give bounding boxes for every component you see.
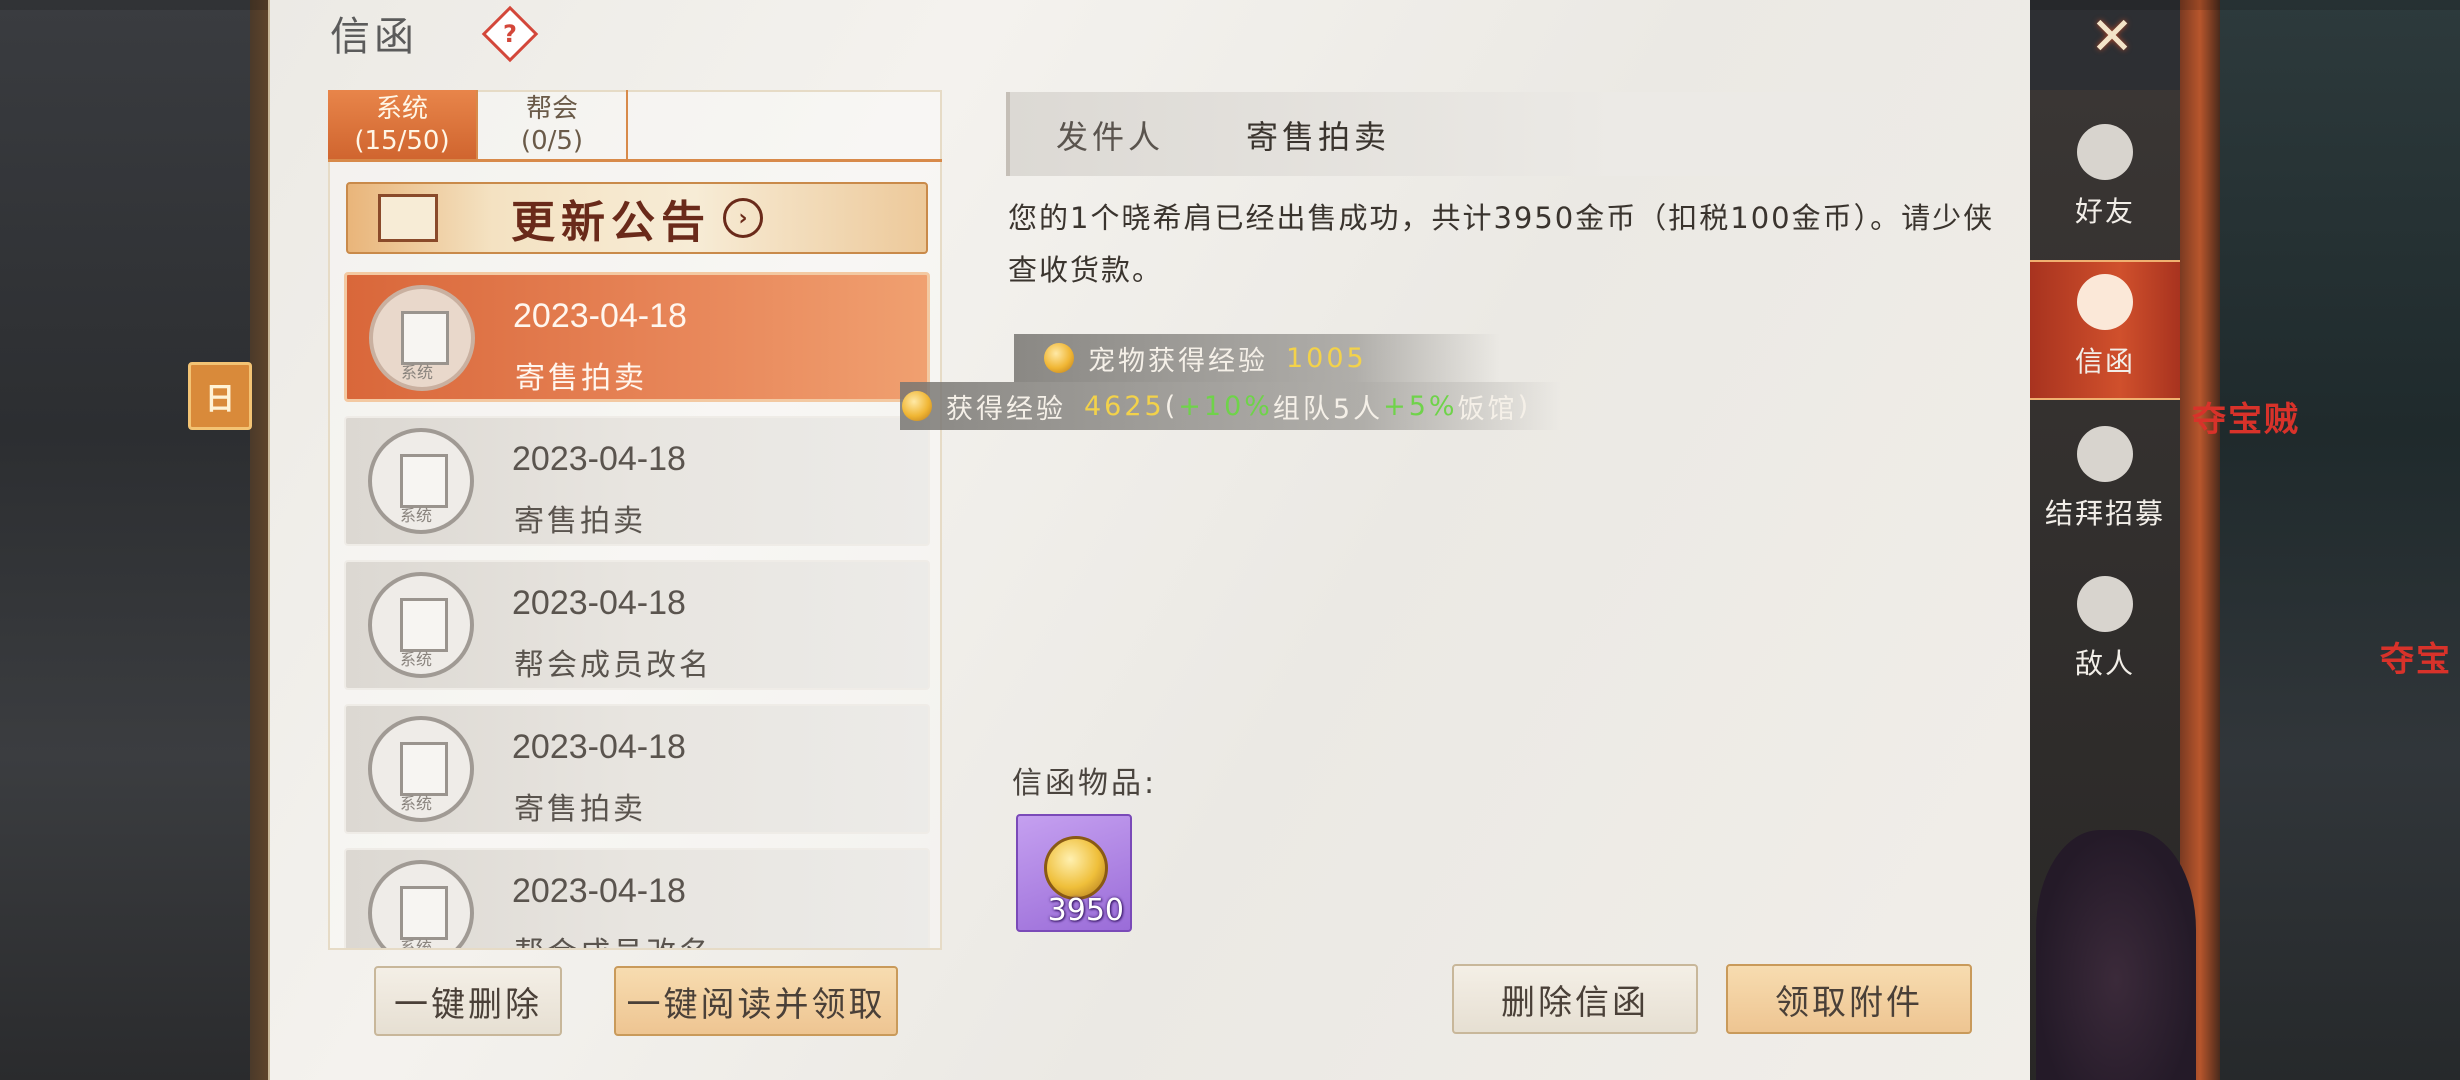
mail-subject: 寄售拍卖	[514, 792, 646, 827]
claim-attachment-button[interactable]: 领取附件	[1726, 964, 1972, 1034]
panel-title: 信函	[330, 14, 418, 60]
mail-date: 2023-04-18	[512, 728, 686, 766]
delete-all-button[interactable]: 一键删除	[374, 966, 562, 1036]
attachment-item-slot[interactable]: 3950	[1016, 814, 1132, 932]
exp-inn-bonus: +5%	[1383, 390, 1458, 422]
mail-category-tag: 系统	[400, 794, 433, 813]
tab-count: (15/50)	[354, 125, 450, 156]
announcement-label: 更新公告	[511, 197, 711, 248]
delete-mail-button[interactable]: 删除信函	[1452, 964, 1698, 1034]
exp-paren-open: (	[1164, 390, 1179, 422]
exp-row: 获得经验 4625 ( +10% 组队5人 +5% 饭馆 )	[900, 382, 1560, 430]
tab-count: (0/5)	[520, 125, 584, 156]
update-announcement-banner[interactable]: 更新公告 ›	[346, 182, 928, 254]
mail-icon	[2077, 274, 2133, 330]
sender-bar: 发件人 寄售拍卖	[1006, 92, 2030, 176]
pet-exp-value: 1005	[1286, 342, 1367, 374]
mail-subject: 寄售拍卖	[514, 504, 646, 539]
dragon-ornament	[2036, 830, 2196, 1080]
mail-subject: 帮会成员改名	[514, 648, 712, 683]
mail-category-tag: 系统	[400, 650, 433, 669]
enemy-icon	[2077, 576, 2133, 632]
nav-item-sworn-recruit[interactable]: 结拜招募	[2030, 410, 2180, 550]
tab-label: 系统	[375, 93, 428, 124]
letter-icon: 系统	[368, 428, 474, 534]
scroll-icon	[378, 194, 438, 242]
mail-tabs: 系统 (15/50) 帮会 (0/5)	[328, 90, 942, 162]
nav-item-mail[interactable]: 信函	[2030, 260, 2180, 400]
document-icon	[400, 886, 448, 940]
sender-label: 发件人	[1056, 118, 1165, 156]
nav-label: 信函	[2074, 345, 2135, 378]
pet-exp-label: 宠物获得经验	[1088, 345, 1268, 377]
exp-label: 获得经验	[946, 393, 1066, 425]
mail-list-item[interactable]: 系统 2023-04-18 寄售拍卖	[344, 272, 930, 402]
pet-exp-row: 宠物获得经验 1005	[1014, 334, 1500, 382]
mail-category-tag: 系统	[400, 506, 433, 525]
mail-category-tag: 系统	[400, 938, 433, 948]
nav-item-friends[interactable]: 好友	[2030, 108, 2180, 248]
exp-inn-text: 饭馆	[1457, 393, 1518, 425]
mail-date: 2023-04-18	[512, 584, 686, 622]
letter-icon: 系统	[368, 716, 474, 822]
letter-icon: 系统	[368, 572, 474, 678]
attachments-label: 信函物品:	[1012, 766, 1158, 801]
game-world-right	[2180, 0, 2460, 1080]
document-icon	[400, 454, 448, 508]
mail-date: 2023-04-18	[513, 297, 687, 335]
enemy-name-label: 夺宝贼	[2192, 400, 2300, 440]
document-icon	[400, 598, 448, 652]
mail-list-item[interactable]: 系统 2023-04-18 寄售拍卖	[344, 704, 930, 834]
arrow-right-icon: ›	[723, 198, 763, 238]
friends-icon	[2077, 124, 2133, 180]
exp-paren-close: )	[1517, 390, 1532, 422]
mail-subject: 寄售拍卖	[515, 361, 647, 396]
read-all-and-claim-button[interactable]: 一键阅读并领取	[614, 966, 898, 1036]
mail-list[interactable]: 系统 2023-04-18 寄售拍卖 系统 2023-04-18 寄售拍卖 系统…	[344, 272, 930, 948]
tab-guild[interactable]: 帮会 (0/5)	[478, 90, 628, 159]
mail-list-item[interactable]: 系统 2023-04-18 帮会成员改名	[344, 560, 930, 690]
document-icon	[400, 742, 448, 796]
nav-item-enemy[interactable]: 敌人	[2030, 560, 2180, 700]
mail-list-item[interactable]: 系统 2023-04-18 寄售拍卖	[344, 416, 930, 546]
coin-icon	[902, 391, 932, 421]
exp-team-bonus: +10%	[1178, 390, 1273, 422]
gold-coin-icon	[1044, 836, 1108, 900]
exp-value: 4625	[1084, 390, 1165, 422]
document-icon	[401, 311, 449, 365]
mail-list-item[interactable]: 系统 2023-04-18 帮会成员改名	[344, 848, 930, 948]
coin-icon	[1044, 343, 1074, 373]
nav-label: 敌人	[2074, 647, 2135, 680]
mail-category-tag: 系统	[401, 363, 434, 382]
game-world-left	[0, 0, 280, 1080]
world-quick-icon[interactable]: 日	[188, 362, 252, 430]
mail-date: 2023-04-18	[512, 872, 686, 910]
mail-body-text: 您的1个晓希肩已经出售成功，共计3950金币（扣税100金币）。请少侠查收货款。	[1008, 201, 1995, 287]
tab-label: 帮会	[525, 93, 578, 124]
sworn-recruit-icon	[2077, 426, 2133, 482]
letter-icon: 系统	[368, 860, 474, 948]
mail-date: 2023-04-18	[512, 440, 686, 478]
mail-subject: 帮会成员改名	[514, 928, 712, 948]
enemy-name-label: 夺宝	[2380, 640, 2452, 680]
tab-system[interactable]: 系统 (15/50)	[328, 90, 478, 159]
exp-team-text: 组队5人	[1272, 393, 1384, 425]
close-button[interactable]: ✕	[2085, 10, 2139, 64]
nav-label: 好友	[2074, 195, 2135, 228]
nav-label: 结拜招募	[2044, 497, 2165, 530]
sender-value: 寄售拍卖	[1246, 118, 1391, 156]
letter-icon: 系统	[369, 285, 475, 391]
item-count: 3950	[1047, 893, 1124, 928]
